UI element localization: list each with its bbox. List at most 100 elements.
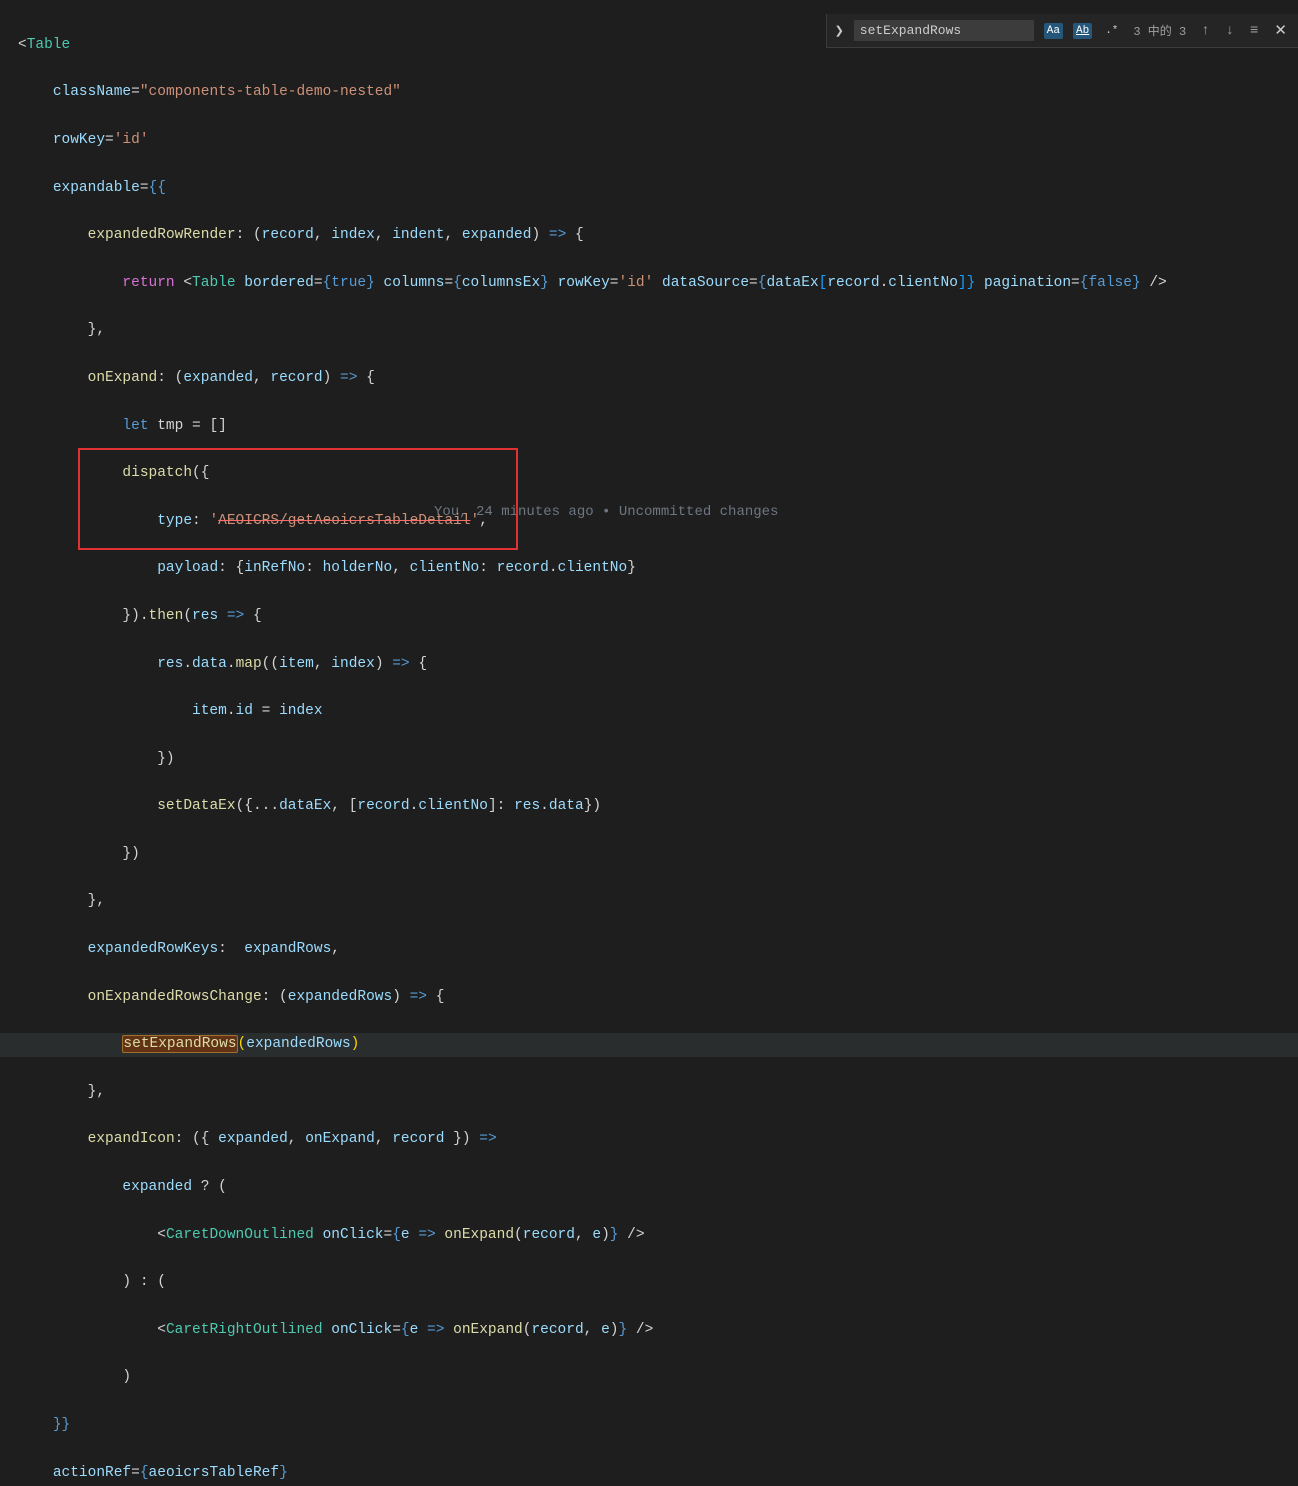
code-token: dataEx [279,798,331,814]
code-token: < [157,1322,166,1338]
code-token: . [227,656,236,672]
code-token: e [601,1322,610,1338]
code-token: rowKey [53,132,105,148]
code-token: } [610,1227,619,1243]
code-token: { [401,1322,410,1338]
code-token [549,275,558,291]
code-token: expandIcon [88,1131,175,1147]
code-token: = [131,84,140,100]
code-token: = [749,275,758,291]
code-token: data [549,798,584,814]
code-token: "components-table-demo-nested" [140,84,401,100]
code-token: rowKey [558,275,610,291]
code-token: }) [157,751,174,767]
code-token: : ( [157,370,183,386]
code-token: true [331,275,366,291]
code-token: clientNo [888,275,958,291]
chevron-right-icon[interactable]: ❯ [835,24,844,38]
code-token: => [410,989,427,1005]
code-token: , [375,1131,392,1147]
code-token: : [305,560,322,576]
code-token: Table [27,37,71,53]
code-token: e [410,1322,419,1338]
code-token: dataEx [766,275,818,291]
search-input[interactable] [854,20,1034,41]
find-widget: ❯ Aa Ab .* 3 中的 3 ↑ ↓ ≡ ✕ [826,14,1298,48]
code-editor[interactable]: <Table className="components-table-demo-… [0,0,1298,743]
prev-match-icon[interactable]: ↑ [1198,23,1212,39]
code-token: setDataEx [157,798,235,814]
match-word-toggle[interactable]: Ab [1073,23,1092,39]
code-token: (( [262,656,279,672]
code-token: . [549,560,558,576]
code-token: index [279,703,323,719]
code-token: /> [618,1227,644,1243]
code-token: { [323,275,332,291]
code-token: ( [183,608,192,624]
code-token: item [279,656,314,672]
code-token: }). [122,608,148,624]
code-token: = [253,703,279,719]
code-token: index [331,227,375,243]
match-case-toggle[interactable]: Aa [1044,23,1063,39]
code-token: => [427,1322,444,1338]
code-token: expanded [462,227,532,243]
code-token: columnsEx [462,275,540,291]
code-token: => [392,656,409,672]
code-token: pagination [984,275,1071,291]
code-token: }) [444,1131,479,1147]
code-token: onExpand [88,370,158,386]
code-token: }, [88,322,105,338]
code-token: : ( [236,227,262,243]
code-token [218,608,227,624]
code-token: ({ [192,465,209,481]
code-token: = [384,1227,393,1243]
code-token: ) : ( [122,1274,166,1290]
close-icon[interactable]: ✕ [1271,21,1290,40]
next-match-icon[interactable]: ↓ [1223,23,1237,39]
code-token: CaretRightOutlined [166,1322,323,1338]
code-token [444,1322,453,1338]
code-token: res [514,798,540,814]
code-token: record [531,1322,583,1338]
code-token: e [592,1227,601,1243]
code-token: index [331,656,375,672]
code-token: ) [351,1036,360,1052]
code-token: /> [627,1322,653,1338]
code-token: holderNo [323,560,393,576]
code-token: => [227,608,244,624]
code-token: ( [514,1227,523,1243]
code-token [975,275,984,291]
code-token: < [157,1227,166,1243]
code-token: ? ( [192,1179,227,1195]
code-token: , [392,560,409,576]
code-token: : { [218,560,244,576]
code-token: } [1132,275,1141,291]
code-token: onExpand [444,1227,514,1243]
code-token [653,275,662,291]
code-token: clientNo [410,560,480,576]
code-token: { [392,1227,401,1243]
code-token: expandedRows [246,1036,350,1052]
code-token: , [479,513,488,529]
code-token: expandedRowRender [88,227,236,243]
code-token: ( [523,1322,532,1338]
code-token: record [497,560,549,576]
code-token: aeoicrsTableRef [149,1465,280,1481]
code-token: ) [122,1369,131,1385]
code-token: record [392,1131,444,1147]
code-token: onExpand [453,1322,523,1338]
code-token: ' [471,513,480,529]
code-token: onExpand [305,1131,375,1147]
code-token: record [357,798,409,814]
code-token: = [444,275,453,291]
code-token [323,1322,332,1338]
code-token: , [288,1131,305,1147]
code-token: tmp = [] [149,418,227,434]
code-token: , [331,941,340,957]
code-token: } [540,275,549,291]
regex-toggle[interactable]: .* [1102,23,1121,39]
search-menu-icon[interactable]: ≡ [1247,23,1261,39]
code-token: = [392,1322,401,1338]
code-token: then [149,608,184,624]
